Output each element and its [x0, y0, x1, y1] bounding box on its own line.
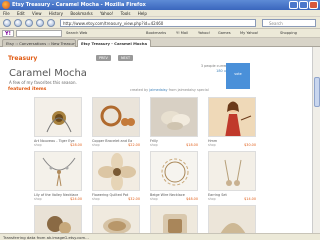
created-by: created by jaimedaisy from jaimedaisy sp… — [130, 88, 209, 92]
search-input[interactable]: Search — [262, 19, 316, 27]
treasury-description: A few of my favorites this season. — [9, 80, 77, 85]
bookmark-item[interactable]: Y! Mail — [176, 31, 188, 35]
item-shop[interactable]: shop — [34, 143, 42, 147]
vote-button[interactable]: vote — [226, 63, 250, 89]
tab-conversations[interactable]: Etsy :: Conversations :: New Treasury B.… — [2, 39, 76, 47]
item-shop[interactable]: shop — [34, 197, 42, 201]
minimize-button[interactable] — [289, 1, 298, 9]
menu-view[interactable]: View — [29, 10, 45, 16]
menu-tools[interactable]: Tools — [118, 10, 134, 16]
tab-treasury[interactable]: Etsy Treasury - Caramel Mocha — [77, 39, 151, 47]
bookmark-item[interactable]: Games — [218, 31, 231, 35]
reload-icon[interactable] — [25, 19, 33, 27]
item-shop[interactable]: shop — [208, 143, 216, 147]
window-title: Etsy Treasury - Caramel Mocha - Mozilla … — [12, 2, 146, 8]
menu-bar: File Edit View History Bookmarks Yahoo! … — [0, 10, 320, 17]
item-shop[interactable]: shop — [150, 197, 158, 201]
curator-link[interactable]: jaimedaisy — [149, 88, 167, 92]
stop-icon[interactable] — [36, 19, 44, 27]
prev-button[interactable]: PREV — [96, 55, 111, 61]
item-shop[interactable]: shop — [150, 143, 158, 147]
item-shop[interactable]: shop — [92, 143, 100, 147]
item-price: $32.00 — [128, 197, 140, 201]
item-image[interactable] — [34, 97, 82, 137]
item-image[interactable] — [208, 205, 256, 233]
menu-history[interactable]: History — [46, 10, 66, 16]
bookmark-item[interactable]: Yahoo! — [198, 31, 210, 35]
window-titlebar: Etsy Treasury - Caramel Mocha - Mozilla … — [0, 0, 320, 10]
item-image[interactable] — [208, 97, 256, 137]
item-price: $28.00 — [70, 143, 82, 147]
home-icon[interactable] — [47, 19, 55, 27]
item-shop[interactable]: shop — [92, 197, 100, 201]
menu-bookmarks[interactable]: Bookmarks — [67, 10, 95, 16]
treasury-title: Caramel Mocha — [9, 68, 87, 79]
status-bar: Transferring data from ak.imageG.etsy.co… — [0, 233, 320, 240]
item-image[interactable] — [92, 151, 140, 191]
item-price: $22.00 — [128, 143, 140, 147]
scrollbar-thumb[interactable] — [314, 77, 320, 107]
item-image[interactable] — [208, 151, 256, 191]
created-by-prefix: created by — [130, 88, 149, 92]
url-input[interactable]: http://www.etsy.com/treasury_view.php?id… — [60, 19, 256, 27]
vote-label: vote — [234, 72, 242, 76]
item-image[interactable] — [150, 97, 198, 137]
firefox-icon — [2, 1, 10, 9]
bookmarks-toolbar: Y! Search Web Bookmarks Y! Mail Yahoo! G… — [0, 29, 320, 38]
menu-file[interactable]: File — [0, 10, 13, 16]
search-web-button[interactable]: Search Web — [66, 31, 87, 35]
vertical-scrollbar[interactable] — [312, 47, 320, 233]
navigation-toolbar: http://www.etsy.com/treasury_view.php?id… — [0, 17, 320, 29]
item-image[interactable] — [92, 205, 140, 233]
item-price: $14.00 — [244, 197, 256, 201]
item-shop[interactable]: shop — [208, 197, 216, 201]
yahoo-search-field[interactable] — [16, 30, 62, 37]
item-price: $30.00 — [244, 143, 256, 147]
item-image[interactable] — [150, 151, 198, 191]
treasury-heading: Treasury — [8, 55, 38, 62]
next-button[interactable]: NEXT — [118, 55, 134, 61]
bookmark-item[interactable]: My Yahoo! — [240, 31, 258, 35]
item-image[interactable] — [150, 205, 198, 233]
bookmark-item[interactable]: Bookmarks — [146, 31, 166, 35]
item-price: $48.00 — [186, 197, 198, 201]
tab-bar: Etsy :: Conversations :: New Treasury B.… — [0, 38, 320, 47]
back-icon[interactable] — [3, 19, 11, 27]
menu-help[interactable]: Help — [135, 10, 150, 16]
item-image[interactable] — [34, 151, 82, 191]
featured-heading: featured items — [8, 87, 47, 92]
item-price: $18.00 — [186, 143, 198, 147]
menu-yahoo[interactable]: Yahoo! — [97, 10, 116, 16]
page-content: Treasury PREV NEXT Caramel Mocha A few o… — [0, 47, 312, 233]
maximize-button[interactable] — [299, 1, 308, 9]
close-button[interactable] — [309, 1, 318, 9]
curator-note: from jaimedaisy special — [168, 88, 209, 92]
yahoo-logo[interactable]: Y! — [2, 30, 14, 37]
item-image[interactable] — [34, 205, 82, 233]
forward-icon[interactable] — [14, 19, 22, 27]
item-price: $24.00 — [70, 197, 82, 201]
item-image[interactable] — [92, 97, 140, 137]
menu-edit[interactable]: Edit — [14, 10, 28, 16]
bookmark-item[interactable]: Shopping — [280, 31, 297, 35]
